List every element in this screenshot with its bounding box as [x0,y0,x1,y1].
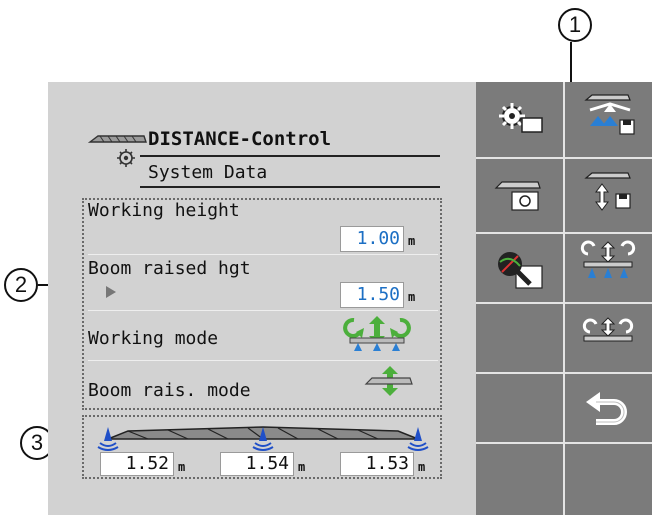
unit-label: m [298,460,306,474]
softkey-divider [476,232,652,234]
working-height-field[interactable]: 1.00 [340,226,404,252]
save-boom-profile-icon[interactable] [566,86,650,156]
save-boom-height-icon[interactable] [566,162,650,232]
softkey-divider [563,82,565,515]
boom-raise-mode-icon[interactable] [364,366,414,400]
boom-tilt-nozzles-icon[interactable] [566,236,650,306]
main-panel: DISTANCE-Control System Data Working hei… [48,82,478,515]
header-divider [140,155,440,157]
settings-list: Working height 1.00 m Boom raised hgt 1.… [82,198,442,410]
softkey-divider [476,157,652,159]
unit-label: m [418,460,426,474]
boom-tilt-icon[interactable] [566,306,650,376]
header-divider [140,186,440,188]
row-divider [88,360,438,361]
boom-height-left: 1.52 [100,452,174,476]
page-subtitle: System Data [148,162,268,183]
working-height-label: Working height [88,200,240,221]
boom-settings-logo-icon [88,135,147,167]
row-divider [88,254,438,255]
boom-height-right: 1.53 [340,452,414,476]
callout-1: 1 [558,8,592,42]
unit-label: m [408,234,416,248]
settings-icon[interactable] [478,86,562,156]
boom-height-center: 1.54 [220,452,294,476]
back-icon[interactable] [566,378,650,448]
boom-graphic [97,426,429,451]
working-mode-label: Working mode [88,328,219,349]
sensor-diagnostics-icon[interactable] [478,236,562,306]
boom-raise-mode-label: Boom rais. mode [88,380,251,401]
unit-label: m [408,290,416,304]
page-title: DISTANCE-Control [148,128,332,150]
cursor-arrow-icon [106,286,116,298]
boom-raised-height-field[interactable]: 1.50 [340,282,404,308]
boom-height-diagram: 1.52 m 1.54 m 1.53 m [82,415,442,479]
callout-2: 2 [4,268,38,302]
row-divider [88,310,438,311]
softkey-panel [476,82,652,515]
boom-raised-height-label: Boom raised hgt [88,258,251,279]
unit-label: m [178,460,186,474]
boom-settings-icon[interactable] [478,162,562,232]
terminal-screen: DISTANCE-Control System Data Working hei… [48,82,652,515]
boom-working-mode-icon[interactable] [340,316,414,358]
